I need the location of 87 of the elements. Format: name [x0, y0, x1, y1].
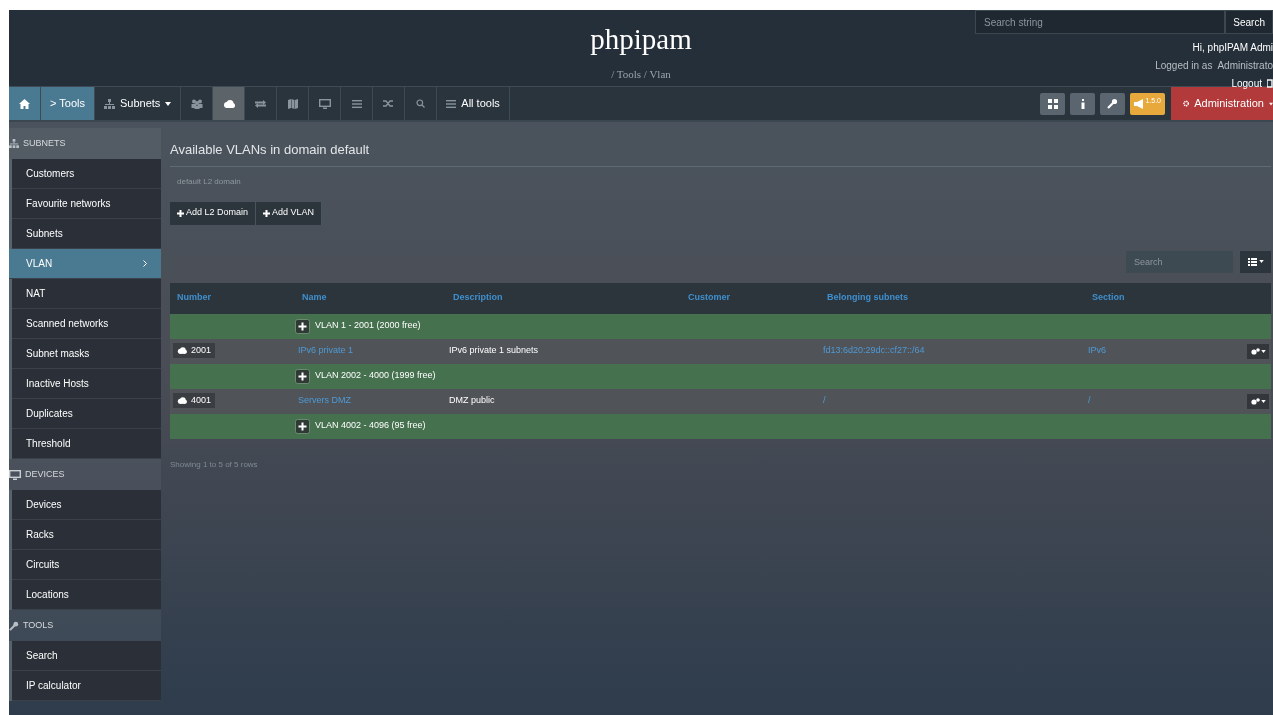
menu-icon: [351, 99, 362, 108]
sidebar-item[interactable]: Search: [12, 641, 161, 671]
breadcrumb: / Tools / Vlan: [611, 67, 671, 82]
table-cell: IPv6 private 1 subnets: [449, 345, 539, 356]
column-header[interactable]: Belonging subnets: [827, 292, 908, 303]
sidebar-item[interactable]: Racks: [12, 520, 161, 550]
plus-icon: [177, 209, 184, 217]
table-cell: DMZ public: [449, 395, 495, 406]
add-button[interactable]: Add VLAN: [256, 201, 323, 225]
plus-icon: [263, 209, 271, 217]
map-icon: [287, 98, 298, 109]
chevron-right-icon: [143, 260, 147, 267]
section-heading: DEVICES: [25, 467, 65, 481]
grid-button[interactable]: [1040, 92, 1066, 115]
free-range-label: VLAN 1 - 2001 (2000 free): [315, 319, 421, 333]
sidebar-item[interactable]: IP calculator: [12, 671, 161, 701]
info-icon: [1080, 98, 1085, 109]
wrench-icon: [9, 620, 19, 631]
info-button[interactable]: [1070, 92, 1096, 115]
monitor-icon: [318, 98, 331, 109]
free-range-label: VLAN 4002 - 4096 (95 free): [315, 419, 426, 433]
nav-dropdown[interactable]: Subnets: [94, 87, 182, 120]
vlan-number-badge: 4001: [173, 393, 216, 409]
sidebar-item[interactable]: Scanned networks: [12, 309, 161, 339]
section-heading: SUBNETS: [23, 136, 66, 150]
sidebar-item[interactable]: Duplicates: [12, 399, 161, 429]
nav-link[interactable]: > Tools: [41, 87, 95, 120]
column-header[interactable]: Customer: [688, 292, 730, 303]
add-vlan-button[interactable]: [295, 418, 310, 434]
cloud-icon: [177, 397, 187, 405]
sidebar-item[interactable]: Inactive Hosts: [12, 369, 161, 399]
gear-icon: [1183, 99, 1190, 108]
section-heading: TOOLS: [23, 618, 54, 632]
sitemap-icon: [103, 98, 115, 109]
nav-link[interactable]: All tools: [437, 87, 510, 120]
sidebar-item[interactable]: VLAN: [9, 249, 161, 279]
sidebar-item[interactable]: NAT: [12, 279, 161, 309]
caret-icon: [1268, 101, 1273, 106]
list-icon: [446, 99, 457, 108]
wrench-button[interactable]: [1100, 92, 1126, 115]
vlan-number-badge: 2001: [173, 343, 216, 359]
cloud-icon: [177, 347, 187, 355]
table-search-field[interactable]: Search: [1126, 250, 1233, 273]
sidebar-item[interactable]: Threshold: [12, 429, 161, 459]
search-field[interactable]: Search string: [975, 10, 1226, 34]
search-button[interactable]: Search: [1225, 10, 1273, 34]
sidebar-item[interactable]: Customers: [12, 159, 161, 189]
search-icon: [416, 99, 426, 108]
grid-icon: [1047, 98, 1058, 109]
caret-icon: [165, 101, 172, 106]
monitor-icon: [9, 469, 21, 480]
sidebar-item[interactable]: Circuits: [12, 550, 161, 580]
domain-description: default L2 domain: [177, 175, 242, 188]
sidebar-item[interactable]: Subnet masks: [12, 339, 161, 369]
shuffle-icon: [383, 99, 395, 108]
column-header[interactable]: Section: [1092, 292, 1125, 303]
sidebar-item[interactable]: Devices: [12, 490, 161, 520]
free-range-label: VLAN 2002 - 4000 (1999 free): [315, 369, 436, 383]
greeting: Hi, phpIPAM Admi: [1192, 41, 1273, 55]
column-header[interactable]: Description: [453, 292, 503, 303]
actions-button[interactable]: [1247, 393, 1269, 409]
caret-icon: [1258, 260, 1264, 263]
logout-icon: [1267, 79, 1273, 88]
home-icon: [19, 98, 30, 109]
actions-button[interactable]: [1247, 343, 1269, 359]
columns-button[interactable]: [1240, 250, 1271, 273]
app-title: phpipam: [590, 22, 692, 56]
column-header[interactable]: Name: [302, 292, 327, 303]
column-header[interactable]: Number: [177, 292, 211, 303]
cloud-icon: [222, 99, 235, 108]
megaphone-icon: [1134, 98, 1145, 109]
caret-icon: [1260, 349, 1266, 353]
nav-home-button[interactable]: [9, 87, 41, 120]
list-icon: [1247, 257, 1257, 266]
add-vlan-button[interactable]: [295, 318, 310, 334]
page-title: Available VLANs in domain default: [170, 140, 1271, 167]
sidebar-item[interactable]: Locations: [12, 580, 161, 610]
sidebar-item[interactable]: Subnets: [12, 219, 161, 249]
sidebar-item[interactable]: Favourite networks: [12, 189, 161, 219]
caret-icon: [1260, 399, 1266, 403]
logged-in-text: Logged in as Administrato: [1155, 59, 1273, 73]
nav-cloud-button[interactable]: [213, 87, 246, 120]
exchange-icon: [255, 99, 267, 108]
add-vlan-button[interactable]: [295, 368, 310, 384]
sitemap-icon: [9, 139, 19, 148]
wrench-icon: [1107, 98, 1119, 109]
add-button[interactable]: Add L2 Domain: [170, 201, 257, 225]
